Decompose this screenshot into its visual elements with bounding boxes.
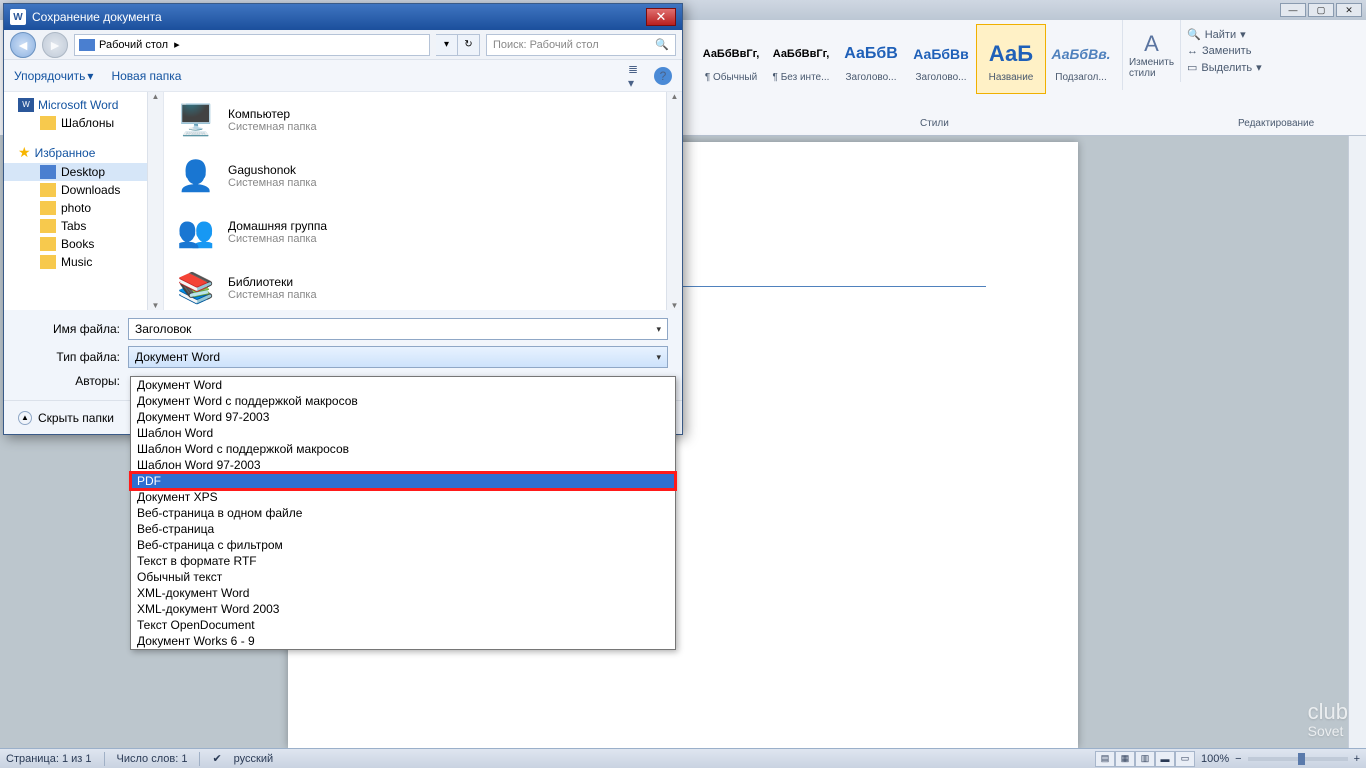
filetype-option[interactable]: Веб-страница в одном файле <box>131 505 675 521</box>
filetype-option[interactable]: Документ Works 6 - 9 <box>131 633 675 649</box>
status-words[interactable]: Число слов: 1 <box>117 753 188 765</box>
select-button[interactable]: ▭Выделить ▾ <box>1187 59 1274 76</box>
scroll-down[interactable]: ▼ <box>152 301 160 310</box>
styles-group-label: Стили <box>920 118 949 129</box>
vertical-ruler[interactable] <box>1348 136 1366 748</box>
organize-button[interactable]: Упорядочить ▾ <box>14 69 93 83</box>
filetype-option[interactable]: Документ Word с поддержкой макросов <box>131 393 675 409</box>
language-icon: ✔ <box>212 752 221 765</box>
filetype-option[interactable]: Документ Word 97-2003 <box>131 409 675 425</box>
address-bar[interactable]: Рабочий стол ▸ <box>74 34 430 56</box>
watermark: clubSovet <box>1308 703 1348 738</box>
change-styles-icon: A <box>1144 31 1159 57</box>
tree-msword[interactable]: WMicrosoft Word <box>4 96 163 114</box>
filetype-option[interactable]: XML-документ Word 2003 <box>131 601 675 617</box>
style-item[interactable]: АаБбВвГг,¶ Обычный <box>696 24 766 94</box>
style-item[interactable]: АаБбВЗаголово... <box>836 24 906 94</box>
tree-item[interactable]: Desktop <box>4 163 163 181</box>
view-buttons[interactable]: ▤▦▥▬▭ <box>1095 751 1195 767</box>
filetype-option[interactable]: Документ Word <box>131 377 675 393</box>
view-options-button[interactable]: ≣ ▾ <box>628 67 646 85</box>
filename-label: Имя файла: <box>18 322 128 336</box>
scroll-down[interactable]: ▼ <box>671 301 679 310</box>
style-item[interactable]: АаБбВв.Подзагол... <box>1046 24 1116 94</box>
change-styles-button[interactable]: A Изменить стили <box>1122 20 1180 90</box>
save-dialog: W Сохранение документа ✕ ◄ ► Рабочий сто… <box>3 3 683 435</box>
search-input[interactable]: Поиск: Рабочий стол 🔍 <box>486 34 676 56</box>
file-list[interactable]: 🖥️КомпьютерСистемная папка👤GagushonokСис… <box>164 92 682 310</box>
filetype-option[interactable]: Шаблон Word с поддержкой макросов <box>131 441 675 457</box>
tree-item[interactable]: Books <box>4 235 163 253</box>
change-styles-label: Изменить стили <box>1129 57 1174 79</box>
nav-forward-button[interactable]: ► <box>42 32 68 58</box>
tree-item[interactable]: Downloads <box>4 181 163 199</box>
replace-button[interactable]: ↔Заменить <box>1187 43 1274 59</box>
zoom-in[interactable]: + <box>1354 753 1360 765</box>
filetype-dropdown-list[interactable]: Документ WordДокумент Word с поддержкой … <box>130 376 676 650</box>
hide-folders-chevron[interactable]: ▲ <box>18 411 32 425</box>
filetype-option[interactable]: Документ XPS <box>131 489 675 505</box>
filetype-option[interactable]: PDF <box>131 473 675 489</box>
search-icon: 🔍 <box>655 38 669 51</box>
file-item[interactable]: 👥Домашняя группаСистемная папка <box>164 204 682 260</box>
dialog-toolbar: Упорядочить ▾ Новая папка ≣ ▾ ? <box>4 60 682 92</box>
zoom-slider[interactable] <box>1248 757 1348 761</box>
tree-item[interactable]: Tabs <box>4 217 163 235</box>
new-folder-button[interactable]: Новая папка <box>111 69 181 83</box>
style-item[interactable]: АаБбВвЗаголово... <box>906 24 976 94</box>
editing-group-label: Редактирование <box>1238 118 1314 129</box>
authors-label: Авторы: <box>18 374 128 388</box>
status-language[interactable]: русский <box>234 753 273 765</box>
status-page[interactable]: Страница: 1 из 1 <box>6 753 92 765</box>
tree-item[interactable]: Music <box>4 253 163 271</box>
desktop-icon <box>79 39 95 51</box>
status-bar: Страница: 1 из 1 Число слов: 1 ✔ русский… <box>0 748 1366 768</box>
filetype-option[interactable]: Шаблон Word 97-2003 <box>131 457 675 473</box>
refresh-button[interactable]: ↻ <box>458 34 480 56</box>
folder-tree[interactable]: WMicrosoft Word Шаблоны ★Избранное Deskt… <box>4 92 164 310</box>
minimize-button[interactable]: — <box>1280 3 1306 17</box>
filetype-option[interactable]: Обычный текст <box>131 569 675 585</box>
filetype-label: Тип файла: <box>18 350 128 364</box>
file-item[interactable]: 👤GagushonokСистемная папка <box>164 148 682 204</box>
filetype-option[interactable]: Веб-страница <box>131 521 675 537</box>
close-button[interactable]: ✕ <box>1336 3 1362 17</box>
select-icon: ▭ <box>1187 61 1197 74</box>
styles-gallery[interactable]: АаБбВвГг,¶ ОбычныйАаБбВвГг,¶ Без инте...… <box>690 20 1122 94</box>
word-icon: W <box>10 9 26 25</box>
filename-input[interactable]: Заголовок▾ <box>128 318 668 340</box>
find-button[interactable]: 🔍Найти ▾ <box>1187 26 1274 43</box>
dialog-close-button[interactable]: ✕ <box>646 8 676 26</box>
tree-item[interactable]: photo <box>4 199 163 217</box>
maximize-button[interactable]: ▢ <box>1308 3 1334 17</box>
file-item[interactable]: 📚БиблиотекиСистемная папка <box>164 260 682 310</box>
scroll-up[interactable]: ▲ <box>671 92 679 101</box>
filetype-combo[interactable]: Документ Word▾ <box>128 346 668 368</box>
editing-group: 🔍Найти ▾ ↔Заменить ▭Выделить ▾ <box>1180 20 1280 82</box>
zoom-level[interactable]: 100% <box>1201 753 1229 765</box>
file-item[interactable]: 🖥️КомпьютерСистемная папка <box>164 92 682 148</box>
find-icon: 🔍 <box>1187 28 1201 41</box>
tree-templates[interactable]: Шаблоны <box>4 114 163 132</box>
address-dropdown[interactable]: ▾ <box>436 34 458 56</box>
filetype-option[interactable]: Текст OpenDocument <box>131 617 675 633</box>
filetype-option[interactable]: Шаблон Word <box>131 425 675 441</box>
filetype-option[interactable]: Веб-страница с фильтром <box>131 537 675 553</box>
zoom-out[interactable]: − <box>1235 753 1241 765</box>
filetype-option[interactable]: XML-документ Word <box>131 585 675 601</box>
filetype-option[interactable]: Текст в формате RTF <box>131 553 675 569</box>
replace-icon: ↔ <box>1187 45 1198 57</box>
dialog-title: Сохранение документа <box>32 10 162 24</box>
scroll-up[interactable]: ▲ <box>152 92 160 101</box>
dialog-nav: ◄ ► Рабочий стол ▸ ▾↻ Поиск: Рабочий сто… <box>4 30 682 60</box>
hide-folders-button[interactable]: Скрыть папки <box>38 411 114 425</box>
help-button[interactable]: ? <box>654 67 672 85</box>
style-item[interactable]: АаБбВвГг,¶ Без инте... <box>766 24 836 94</box>
tree-favorites[interactable]: ★Избранное <box>4 142 163 163</box>
dialog-titlebar[interactable]: W Сохранение документа ✕ <box>4 4 682 30</box>
style-item[interactable]: АаБНазвание <box>976 24 1046 94</box>
nav-back-button[interactable]: ◄ <box>10 32 36 58</box>
